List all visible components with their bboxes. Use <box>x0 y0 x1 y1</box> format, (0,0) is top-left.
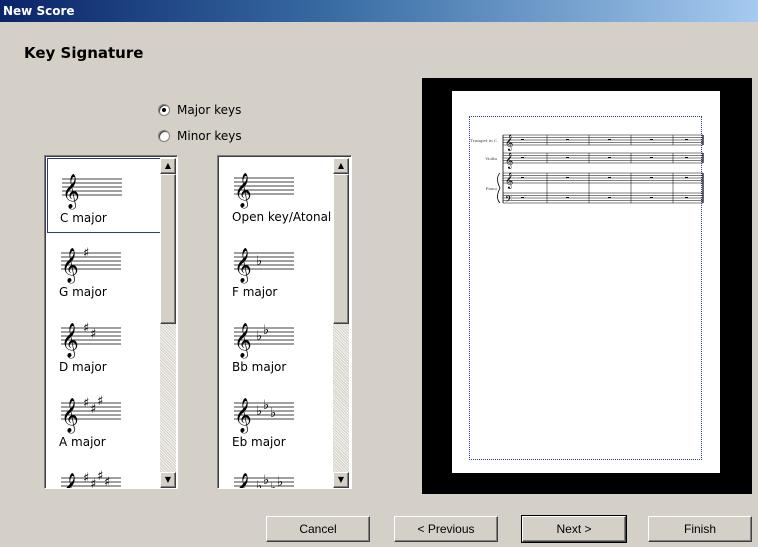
svg-text:𝄞: 𝄞 <box>505 173 513 189</box>
previous-button[interactable]: < Previous <box>394 516 498 542</box>
preview-staves: Trumpet in C Violin Piano 𝄞 𝄞 𝄞 𝄢 <box>470 134 704 207</box>
finish-button[interactable]: Finish <box>648 516 752 542</box>
next-button[interactable]: Next > <box>521 515 627 543</box>
instrument-name: Piano <box>486 186 498 191</box>
instrument-name: Violin <box>484 156 497 161</box>
instrument-name: Trumpet in C <box>470 138 497 143</box>
svg-text:𝄞: 𝄞 <box>505 135 513 151</box>
svg-text:𝄞: 𝄞 <box>505 153 513 169</box>
cancel-button[interactable]: Cancel <box>266 516 370 542</box>
svg-text:𝄢: 𝄢 <box>505 194 512 207</box>
